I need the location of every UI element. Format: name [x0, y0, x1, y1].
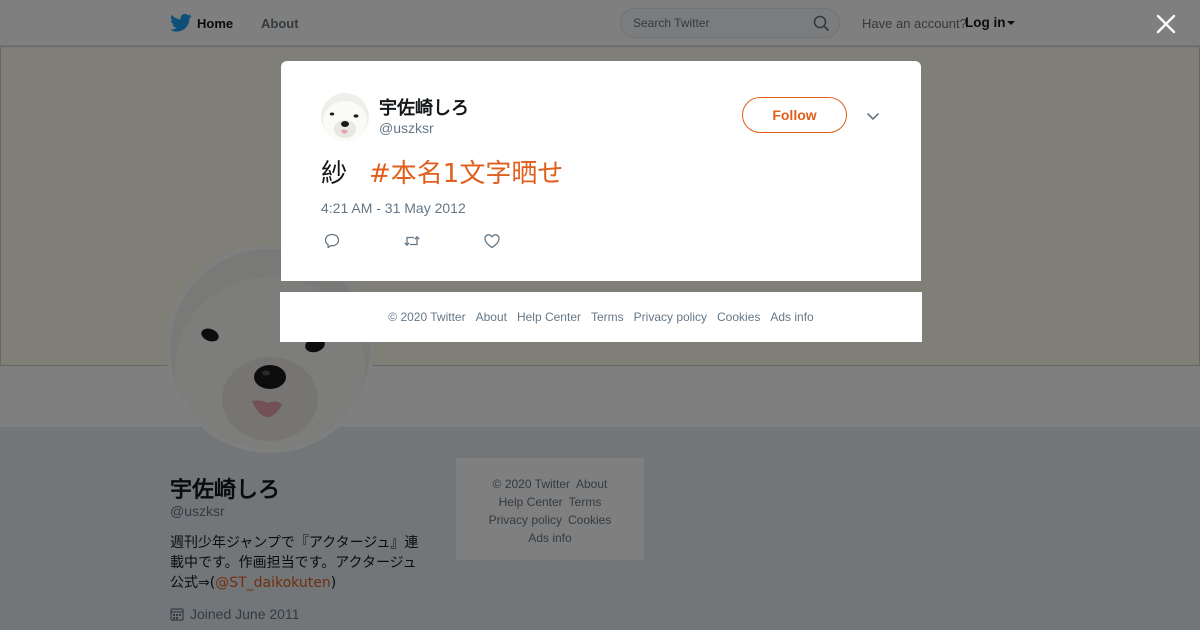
- modal-footer-cookies[interactable]: Cookies: [717, 310, 760, 324]
- modal-footer-help[interactable]: Help Center: [517, 310, 581, 324]
- modal-overlay[interactable]: 宇佐崎しろ @uszksr Follow 紗 #本名1文字晒せ 4:21 AM -…: [0, 0, 1200, 630]
- modal-footer-privacy[interactable]: Privacy policy: [634, 310, 707, 324]
- follow-button[interactable]: Follow: [742, 97, 847, 133]
- tweet-hashtag-link[interactable]: #本名1文字晒せ: [369, 159, 563, 189]
- reply-icon[interactable]: [323, 232, 341, 250]
- dog-avatar-small-image: [321, 93, 369, 141]
- tweet-author-name[interactable]: 宇佐崎しろ: [379, 94, 469, 120]
- modal-footer-ads[interactable]: Ads info: [770, 310, 813, 324]
- like-icon[interactable]: [483, 232, 501, 250]
- tweet-avatar[interactable]: [321, 93, 369, 141]
- retweet-icon[interactable]: [403, 232, 421, 250]
- chevron-down-icon[interactable]: [866, 109, 880, 123]
- tweet-text: 紗 #本名1文字晒せ: [321, 153, 563, 190]
- tweet-timestamp[interactable]: 4:21 AM - 31 May 2012: [321, 200, 466, 216]
- close-icon[interactable]: [1154, 12, 1178, 36]
- modal-footer-terms[interactable]: Terms: [591, 310, 624, 324]
- modal-footer-about[interactable]: About: [476, 310, 507, 324]
- tweet-body: 紗: [321, 159, 348, 189]
- modal-footer-copyright: © 2020 Twitter: [388, 310, 466, 324]
- tweet-author-handle[interactable]: @uszksr: [379, 120, 434, 136]
- tweet-card: 宇佐崎しろ @uszksr Follow 紗 #本名1文字晒せ 4:21 AM -…: [281, 61, 921, 281]
- modal-footer: © 2020 Twitter About Help Center Terms P…: [280, 292, 922, 342]
